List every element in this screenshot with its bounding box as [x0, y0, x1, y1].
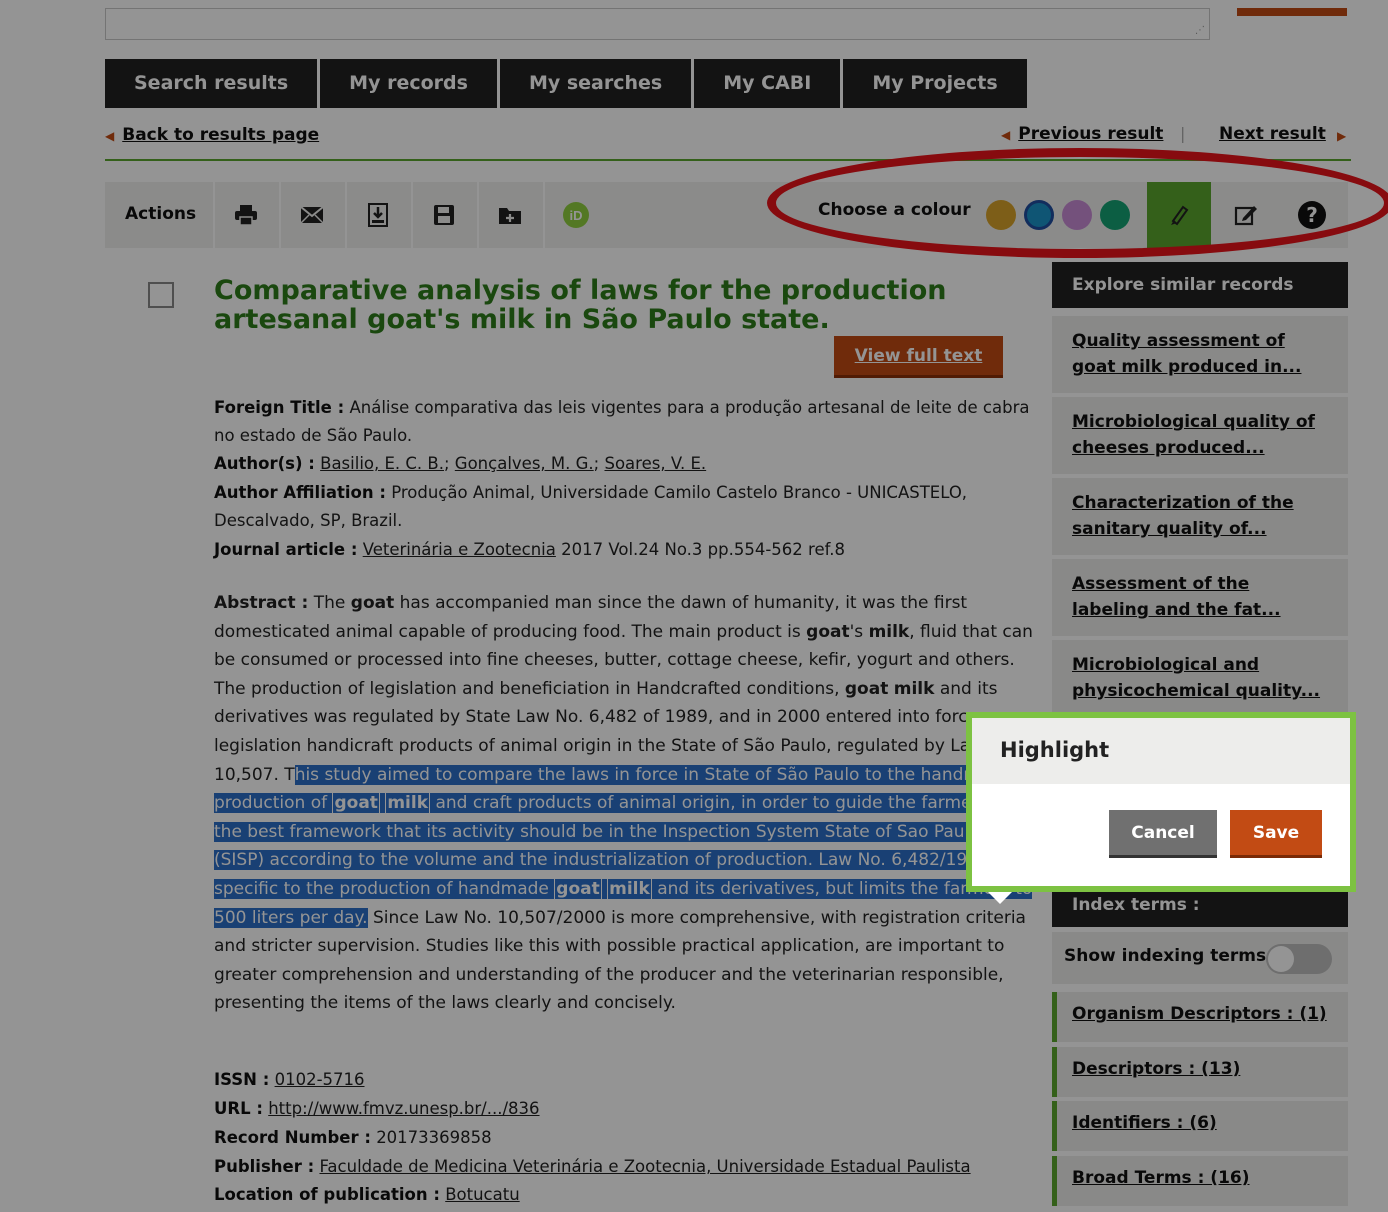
modal-overlay[interactable]: [0, 0, 1388, 1212]
cancel-button[interactable]: Cancel: [1109, 810, 1217, 858]
popup-pointer: [988, 892, 1012, 904]
highlight-popup-title: Highlight: [972, 718, 1350, 784]
highlight-popup: Highlight Cancel Save: [966, 712, 1356, 892]
save-button[interactable]: Save: [1230, 810, 1322, 858]
